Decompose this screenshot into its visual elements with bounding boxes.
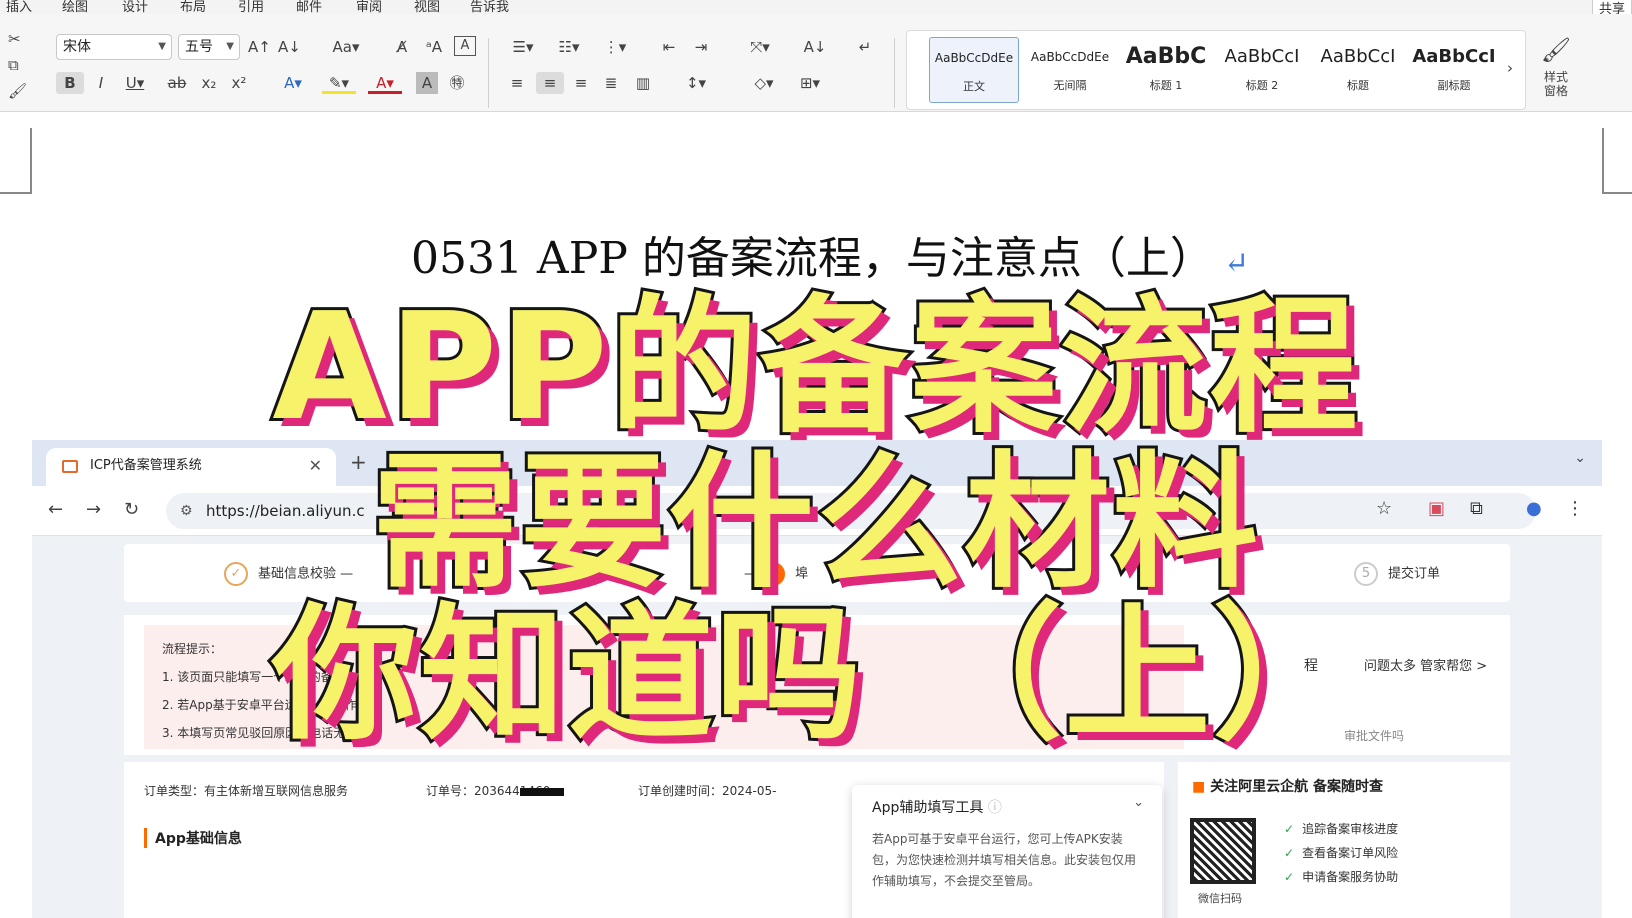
overlay-title-line1: APP的备案流程 bbox=[269, 281, 1360, 453]
line-spacing-icon[interactable]: ↕▾ bbox=[676, 72, 716, 94]
phonetic-guide-icon[interactable]: ᵃA bbox=[422, 36, 446, 58]
bold-button[interactable]: B bbox=[56, 72, 84, 94]
multilevel-list-icon[interactable]: ⋮▾ bbox=[596, 36, 634, 58]
styles-gallery: AaBbCcDdEe 正文 AaBbCcDdEe 无间隔 AaBbC 标题 1 AaB… bbox=[906, 30, 1526, 110]
paragraph-mark-icon: ↵ bbox=[1223, 246, 1250, 281]
app-helper-popup: App辅助填写工具 ⓘ ⌄ 若App可基于安卓平台运行，您可上传APK安装包，为… bbox=[852, 785, 1162, 918]
share-button[interactable]: 共享 bbox=[1591, 0, 1632, 14]
popup-title: App辅助填写工具 ⓘ bbox=[872, 800, 1002, 816]
wechat-badge-icon: ■ bbox=[1192, 779, 1211, 795]
font-color-icon[interactable]: A▾ bbox=[368, 72, 402, 94]
format-painter-icon[interactable]: 🖌 bbox=[8, 80, 27, 102]
font-size-select[interactable]: 五号 ▼ bbox=[178, 34, 240, 60]
align-center-icon[interactable]: ≡ bbox=[536, 72, 564, 94]
style-subtitle[interactable]: AaBbCcI 副标题 bbox=[1409, 37, 1499, 103]
style-heading-1[interactable]: AaBbC 标题 1 bbox=[1121, 37, 1211, 103]
feature-item: ✓ 查看备案订单风险 bbox=[1284, 846, 1399, 860]
checkmark-icon: ✓ bbox=[1284, 846, 1295, 860]
shrink-font-icon[interactable]: A↓ bbox=[278, 36, 301, 58]
superscript-button[interactable]: x² bbox=[228, 72, 250, 94]
show-marks-icon[interactable]: ↵ bbox=[852, 36, 878, 58]
menu-tell-me[interactable]: 告诉我 bbox=[470, 0, 509, 14]
style-pane-button[interactable]: 🖌 样式 窗格 bbox=[1534, 30, 1578, 110]
overlay-title-line2: 需要什么材料 bbox=[369, 438, 1261, 608]
enclose-char-icon[interactable]: ㊕ bbox=[446, 72, 468, 94]
distribute-icon[interactable]: ▥ bbox=[630, 72, 656, 94]
bullets-icon[interactable]: ☰▾ bbox=[504, 36, 542, 58]
menu-design[interactable]: 设计 bbox=[122, 0, 148, 14]
char-shading-icon[interactable]: A bbox=[416, 72, 438, 94]
checkmark-icon: ✓ bbox=[1284, 822, 1295, 836]
collapse-chevron-icon[interactable]: ⌄ bbox=[1133, 795, 1144, 810]
justify-icon[interactable]: ≣ bbox=[598, 72, 624, 94]
grow-font-icon[interactable]: A↑ bbox=[248, 36, 271, 58]
highlight-icon[interactable]: ✎▾ bbox=[322, 72, 356, 94]
ribbon-toolbar: ✂ ⧉ 🖌 宋体 ▼ 五号 ▼ A↑ A↓ Aa▾ A̸ ᵃA A B I U▾ a… bbox=[0, 14, 1632, 112]
menu-review[interactable]: 审阅 bbox=[356, 0, 382, 14]
decrease-indent-icon[interactable]: ⇤ bbox=[656, 36, 682, 58]
underline-button[interactable]: U▾ bbox=[118, 72, 152, 94]
change-case-icon[interactable]: Aa▾ bbox=[326, 36, 366, 58]
style-pane-icon: 🖌 bbox=[1540, 36, 1572, 64]
feature-item: ✓ 追踪备案审核进度 bbox=[1284, 822, 1399, 836]
clear-format-icon[interactable]: A̸ bbox=[390, 36, 414, 58]
char-border-icon[interactable]: A bbox=[454, 36, 476, 56]
follow-card: ■ 关注阿里云企航 备案随时查 微信扫码 ✓ 追踪备案审核进度 ✓ 查看备案订单风险… bbox=[1178, 762, 1510, 918]
font-name-select[interactable]: 宋体 ▼ bbox=[56, 34, 172, 60]
overlay-title-line3: 你知道吗 （上） bbox=[269, 590, 1362, 760]
style-title[interactable]: AaBbCcI 标题 bbox=[1313, 37, 1403, 103]
align-right-icon[interactable]: ≡ bbox=[568, 72, 594, 94]
crop-mark-left bbox=[0, 128, 32, 194]
text-effects-icon[interactable]: A▾ bbox=[276, 72, 310, 94]
numbering-icon[interactable]: ☷▾ bbox=[550, 36, 588, 58]
text-direction-icon[interactable]: ⤧▾ bbox=[740, 36, 780, 58]
menu-layout[interactable]: 布局 bbox=[180, 0, 206, 14]
follow-card-title: ■ 关注阿里云企航 备案随时查 bbox=[1192, 779, 1383, 795]
style-heading-2[interactable]: AaBbCcI 标题 2 bbox=[1217, 37, 1307, 103]
align-left-icon[interactable]: ≡ bbox=[504, 72, 530, 94]
order-created: 订单创建时间：2024-05- bbox=[638, 784, 777, 798]
section-title: App基础信息 bbox=[144, 828, 242, 848]
borders-icon[interactable]: ⊞▾ bbox=[790, 72, 830, 94]
menu-references[interactable]: 引用 bbox=[238, 0, 264, 14]
order-type: 订单类型：有主体新增互联网信息服务 bbox=[144, 784, 349, 798]
italic-button[interactable]: I bbox=[90, 72, 112, 94]
popup-body: 若App可基于安卓平台运行，您可上传APK安装包，为您快速检测并填写相关信息。此… bbox=[872, 832, 1137, 888]
shading-icon[interactable]: ◇▾ bbox=[744, 72, 784, 94]
copy-icon[interactable]: ⧉ bbox=[8, 54, 19, 76]
menu-mailings[interactable]: 邮件 bbox=[296, 0, 322, 14]
style-normal[interactable]: AaBbCcDdEe 正文 bbox=[929, 37, 1019, 103]
order-number: 订单号：2036441460 bbox=[426, 782, 565, 799]
menu-view[interactable]: 视图 bbox=[414, 0, 440, 14]
redaction-bar bbox=[520, 787, 565, 796]
feature-item: ✓ 申请备案服务协助 bbox=[1284, 870, 1399, 884]
sort-icon[interactable]: A↓ bbox=[802, 36, 828, 58]
style-no-spacing[interactable]: AaBbCcDdEe 无间隔 bbox=[1025, 37, 1115, 103]
qr-caption: 微信扫码 bbox=[1198, 892, 1242, 905]
info-icon[interactable]: ⓘ bbox=[988, 800, 1002, 816]
cut-icon[interactable]: ✂ bbox=[8, 28, 21, 50]
strikethrough-button[interactable]: ab bbox=[164, 72, 190, 94]
gallery-more-icon[interactable]: › bbox=[1503, 57, 1517, 79]
increase-indent-icon[interactable]: ⇥ bbox=[688, 36, 714, 58]
subscript-button[interactable]: x₂ bbox=[198, 72, 220, 94]
menu-insert[interactable]: 插入 bbox=[6, 0, 32, 14]
menu-draw[interactable]: 绘图 bbox=[62, 0, 88, 14]
qr-code-icon bbox=[1190, 818, 1256, 884]
checkmark-icon: ✓ bbox=[1284, 870, 1295, 884]
menu-bar: 插入 绘图 设计 布局 引用 邮件 审阅 视图 告诉我 共享 bbox=[0, 0, 1632, 14]
crop-mark-right bbox=[1602, 128, 1632, 194]
document-title[interactable]: 0531 APP 的备案流程，与注意点（上） ↵ bbox=[340, 222, 1320, 286]
